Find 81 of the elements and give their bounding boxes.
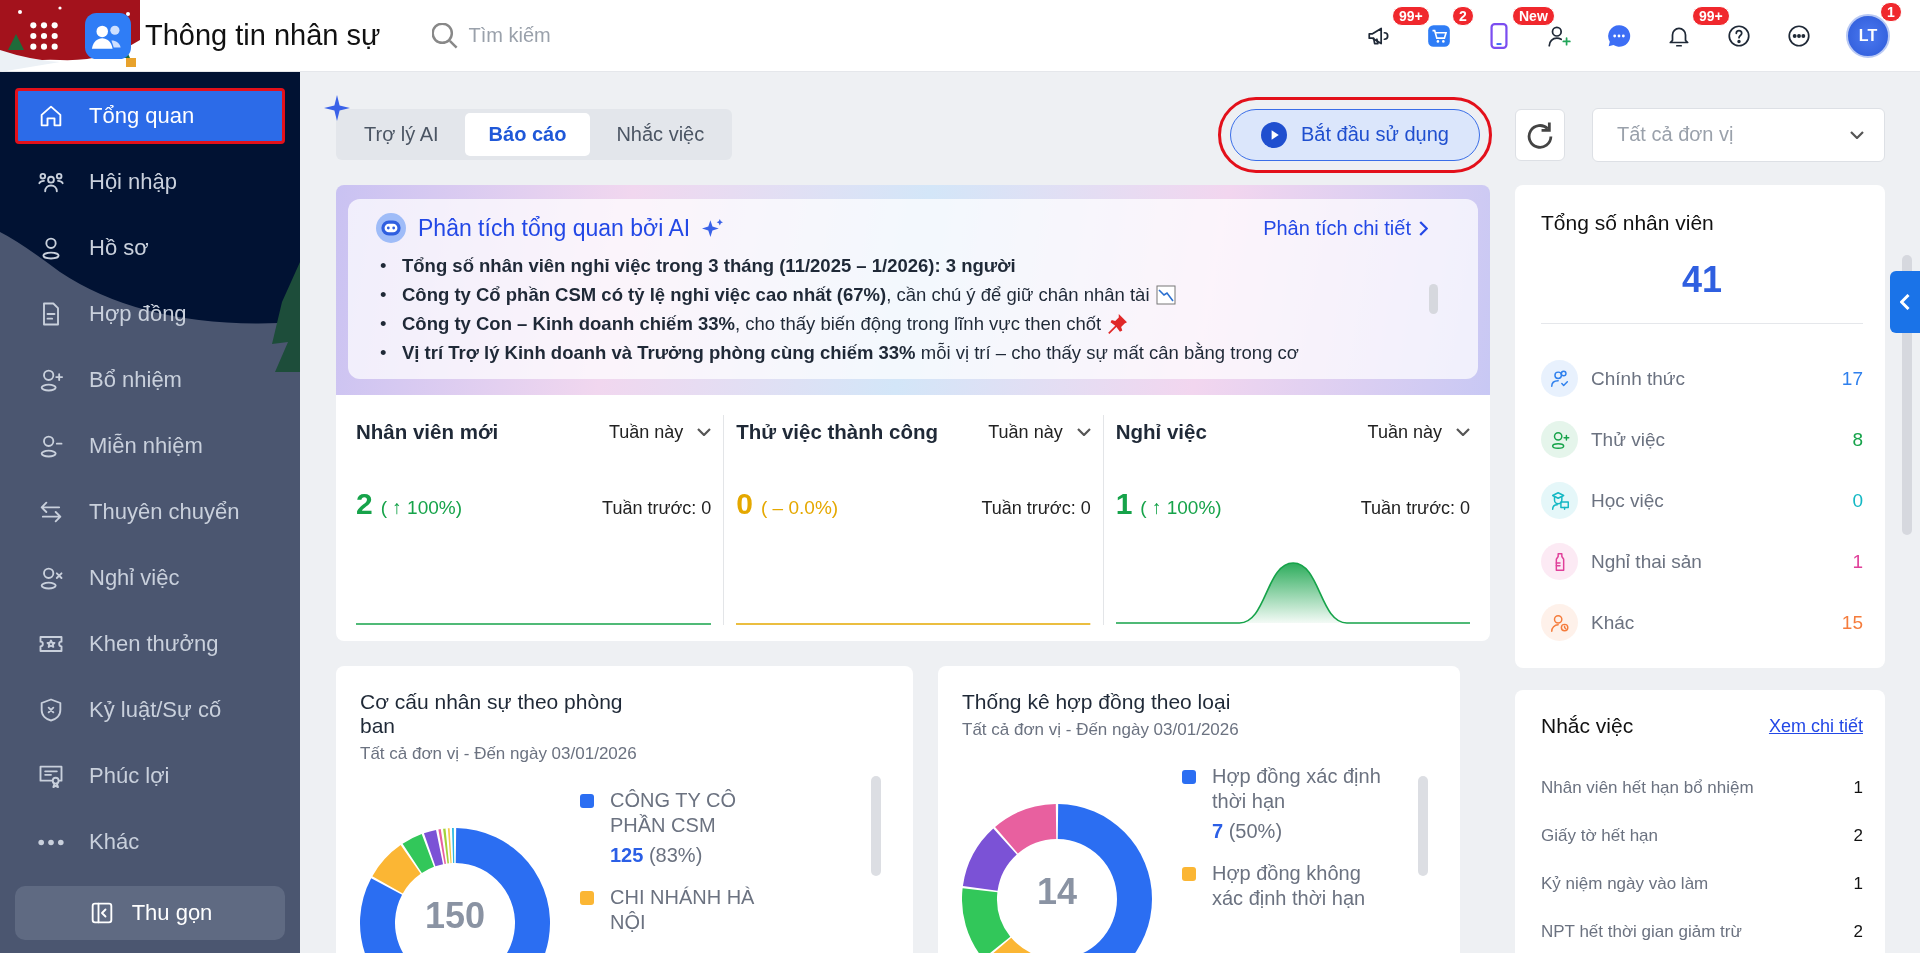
detail-link[interactable]: Phân tích chi tiết	[1263, 216, 1428, 240]
category-label: Khác	[1591, 611, 1635, 634]
legend-value: 7 (50%)	[1212, 820, 1284, 843]
period-dropdown[interactable]: Tuần này	[1367, 421, 1470, 443]
app-title: Thông tin nhân sự	[145, 19, 381, 52]
sidebar-item[interactable]: Khen thưởng	[15, 616, 285, 672]
summary-bullet: Công ty Cổ phần CSM có tỷ lệ nghỉ việc cao nhất (67%), cần chú ý để giữ chân nhân tài	[402, 282, 1150, 307]
previous-week-value: Tuần trước: 0	[602, 498, 712, 519]
summary-bullet: Vị trí Trợ lý Kinh doanh và Trưởng phòng cùng chiếm 33% mỗi vị trí – cho thấy sự mất cân bằng trong cơ	[402, 340, 1299, 365]
legend-label: Hợp đồng không xác định thời hạn	[1212, 861, 1367, 911]
stat-value: 2	[356, 487, 373, 521]
previous-week-value: Tuần trước: 0	[981, 498, 1091, 519]
category-count: 15	[1841, 611, 1863, 634]
sidebar-item[interactable]: Phúc lợi	[15, 748, 285, 804]
tab[interactable]: Báo cáo	[464, 113, 591, 156]
sidebar-item[interactable]: Hồ sơ	[15, 220, 285, 276]
bullet-marker: •	[379, 282, 388, 307]
period-dropdown[interactable]: Tuần này	[988, 421, 1091, 443]
stat-title: Nhân viên mới	[356, 420, 499, 444]
reminder-count: 1	[1853, 874, 1863, 894]
donut-total: 14	[1037, 872, 1077, 912]
count-badge: 99+	[1392, 5, 1430, 26]
sidebar-item[interactable]: Khác	[15, 814, 285, 870]
chart-title: Cơ cấu nhân sự theo phòng ban	[360, 690, 624, 738]
summary-bullet: Công ty Con – Kinh doanh chiếm 33%, cho thấy biến động trong lĩnh vực then chốt	[402, 311, 1102, 336]
ai-summary-title: Phân tích tổng quan bởi AI	[418, 214, 691, 242]
category-label: Học việc	[1591, 489, 1664, 512]
bullet-marker: •	[379, 311, 388, 336]
legend-label: CÔNG TY CÔ PHẦN CSM	[610, 788, 737, 838]
reminder-label: NPT hết thời gian giảm trừ	[1541, 922, 1742, 942]
chart-title: Thống kê hợp đồng theo loại	[962, 690, 1232, 714]
category-label: Thử việc	[1591, 428, 1665, 451]
category-count: 1	[1852, 550, 1863, 573]
collapse-button[interactable]: Thu gọn	[15, 886, 285, 940]
search-field[interactable]: Tìm kiếm	[468, 20, 669, 51]
sidebar-item[interactable]: Tổng quan	[15, 88, 285, 144]
legend-label: Hợp đồng xác định thời hạn	[1212, 764, 1382, 814]
reminder-label: Giấy tờ hết hạn	[1541, 826, 1658, 846]
sidebar-item[interactable]: Thuyên chuyển	[15, 484, 285, 540]
category-label: Chính thức	[1591, 367, 1686, 390]
stat-value: 0	[736, 487, 753, 521]
legend-label: CHI NHÁNH HÀ NỘI	[610, 885, 756, 935]
chart-subtitle: Tất cả đơn vị - Đến ngày 03/01/2026	[962, 720, 1240, 740]
category-label: Nghỉ thai sản	[1591, 550, 1702, 573]
chart-subtitle: Tất cả đơn vị - Đến ngày 03/01/2026	[360, 744, 638, 764]
count-badge: 2	[1452, 5, 1474, 26]
period-dropdown[interactable]: Tuần này	[608, 421, 712, 443]
donut-total: 150	[424, 896, 486, 936]
reminder-count: 1	[1853, 778, 1863, 798]
stat-change: ( ↑ 100%)	[1140, 497, 1222, 519]
category-count: 0	[1852, 489, 1863, 512]
previous-week-value: Tuần trước: 0	[1360, 498, 1470, 519]
view-details-link[interactable]: Xem chi tiết	[1768, 715, 1863, 737]
stat-title: Nghỉ việc	[1115, 420, 1207, 444]
stat-change: ( – 0.0%)	[761, 497, 839, 519]
sidebar-item[interactable]: Kỷ luật/Sự cố	[15, 682, 285, 738]
tab[interactable]: Trợ lý AI	[340, 113, 463, 156]
count-badge: 99+	[1692, 5, 1730, 26]
reminder-label: Nhân viên hết hạn bổ nhiệm	[1541, 778, 1754, 798]
summary-bullet: Tổng số nhân viên nghỉ việc trong 3 tháng (11/2025 – 1/2026): 3 người	[402, 253, 1016, 278]
reminder-label: Kỷ niệm ngày vào làm	[1541, 874, 1709, 894]
reminders-title: Nhắc việc	[1541, 714, 1634, 738]
category-count: 8	[1852, 428, 1863, 451]
stat-title: Thử việc thành công	[736, 420, 938, 444]
sidebar-item[interactable]: Bổ nhiệm	[15, 352, 285, 408]
bullet-marker: •	[379, 253, 388, 278]
category-count: 17	[1841, 367, 1863, 390]
count-badge: New	[1512, 5, 1555, 26]
sidebar-item[interactable]: Miễn nhiệm	[15, 418, 285, 474]
reminder-count: 2	[1853, 826, 1863, 846]
bullet-marker: •	[379, 340, 388, 365]
count-badge: 1	[1880, 1, 1902, 22]
sidebar-item[interactable]: Nghỉ việc	[15, 550, 285, 606]
legend-value: 125 (83%)	[610, 844, 704, 867]
sidebar-item[interactable]: Hội nhập	[15, 154, 285, 210]
reminder-count: 2	[1853, 922, 1863, 942]
employee-total: 41	[1680, 259, 1723, 301]
stat-change: ( ↑ 100%)	[380, 497, 462, 519]
employee-total-title: Tổng số nhân viên	[1541, 211, 1715, 235]
tab[interactable]: Nhắc việc	[592, 113, 729, 156]
stat-value: 1	[1115, 487, 1133, 521]
